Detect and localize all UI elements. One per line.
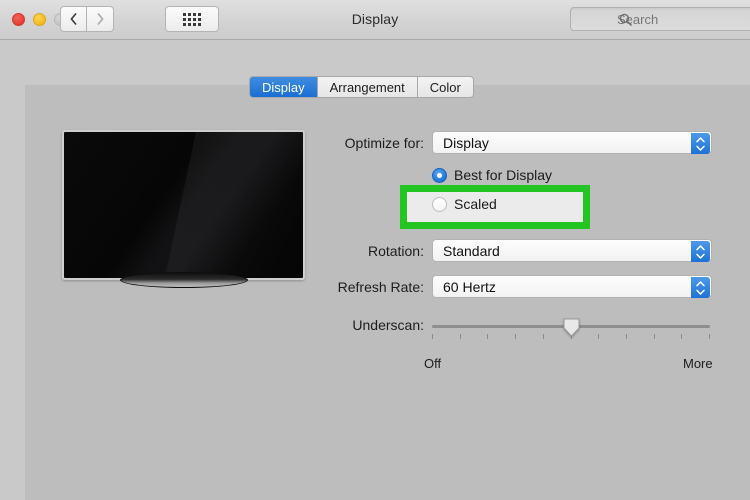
underscan-label-row: Underscan: — [338, 317, 424, 333]
slider-tick — [515, 334, 517, 339]
refresh-rate-row: Refresh Rate: 60 Hertz — [322, 275, 712, 298]
underscan-label: Underscan: — [352, 317, 424, 333]
tab-color[interactable]: Color — [417, 77, 473, 97]
stepper-up-down-icon[interactable] — [691, 277, 710, 298]
slider-tick — [598, 334, 600, 339]
slider-knob[interactable] — [562, 318, 581, 337]
television-display-icon — [62, 130, 305, 280]
slider-tick — [432, 334, 433, 339]
optimize-for-label: Optimize for: — [344, 134, 424, 151]
slider-tick — [709, 334, 710, 339]
underscan-min-label: Off — [424, 356, 442, 371]
underscan-slider[interactable] — [432, 318, 710, 346]
rotation-label: Rotation: — [367, 242, 424, 259]
resolution-option-best-for-display[interactable]: Best for Display — [432, 167, 552, 183]
tab-display[interactable]: Display — [250, 77, 318, 97]
slider-tick — [542, 334, 544, 339]
rotation-dropdown[interactable]: Standard — [432, 239, 712, 262]
display-preview-image — [62, 130, 305, 290]
television-stand — [120, 272, 248, 288]
radio-unselected-icon[interactable] — [432, 196, 447, 212]
rotation-row: Rotation: Standard — [332, 239, 712, 262]
scaled-label: Scaled — [454, 196, 497, 212]
search-input[interactable]: Search — [570, 7, 750, 31]
slider-tick — [681, 334, 683, 339]
refresh-rate-dropdown[interactable]: 60 Hertz — [432, 275, 712, 298]
resolution-option-scaled[interactable]: Scaled — [432, 196, 497, 212]
slider-tick — [653, 334, 655, 339]
refresh-rate-label: Refresh Rate: — [337, 278, 424, 295]
slider-tick — [487, 334, 489, 339]
optimize-for-row: Optimize for: Display — [332, 131, 712, 154]
stepper-up-down-icon[interactable] — [691, 133, 710, 154]
optimize-for-dropdown[interactable]: Display — [432, 131, 712, 154]
slider-tick — [459, 334, 461, 339]
slider-tick — [625, 334, 627, 339]
screen-glare — [158, 132, 303, 278]
best-for-display-label: Best for Display — [454, 167, 553, 183]
tab-arrangement[interactable]: Arrangement — [317, 77, 418, 97]
underscan-max-label: More — [683, 356, 713, 371]
display-preferences-window: Display Search Display Arrangement Color… — [0, 0, 750, 500]
tab-bar: Display Arrangement Color — [249, 76, 474, 98]
radio-selected-icon[interactable] — [432, 167, 447, 183]
stepper-up-down-icon[interactable] — [691, 241, 710, 262]
window-toolbar: Display Search — [0, 0, 750, 40]
search-icon — [619, 13, 632, 26]
refresh-rate-value: 60 Hertz — [443, 278, 496, 295]
rotation-value: Standard — [443, 242, 500, 259]
optimize-for-value: Display — [443, 134, 489, 151]
